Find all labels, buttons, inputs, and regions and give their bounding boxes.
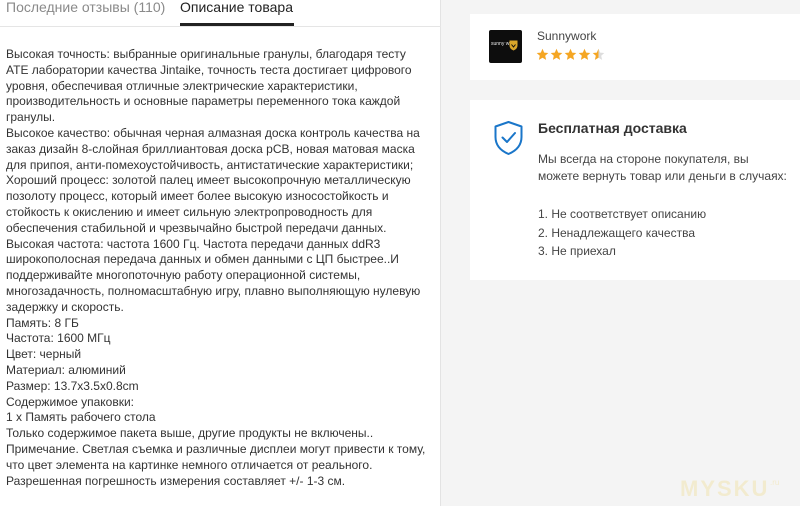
description-line: для припоя, анти-помехоустойчивость, ант… xyxy=(6,157,414,172)
description-line: Цвет: черный xyxy=(6,347,82,362)
description-line: Примечание. Светлая съемка и различные д… xyxy=(6,441,426,456)
active-tab-indicator xyxy=(180,23,294,26)
description-line: Только содержимое пакета выше, другие пр… xyxy=(6,426,374,441)
shield-check-icon xyxy=(494,121,523,155)
description-line: уровня, обеспечивая отличные электрическ… xyxy=(6,78,358,93)
description-line: Содержимое упаковки: xyxy=(6,394,134,409)
tab-reviews[interactable]: Последние отзывы (110) xyxy=(6,0,165,14)
description-line: Высокая точность: выбранные оригинальные… xyxy=(6,47,406,61)
watermark-domain: .ru xyxy=(770,478,780,487)
tab-description[interactable]: Описание товара xyxy=(180,0,293,14)
description-line: широкополосная передача данных и обмен д… xyxy=(6,252,399,267)
description-line: Материал: алюминий xyxy=(6,362,126,377)
description-text: Высокая точность: выбранные оригинальные… xyxy=(6,47,431,489)
description-line: 1 x Память рабочего стола xyxy=(6,410,156,425)
star-icon xyxy=(578,48,591,60)
description-line: обеспечения стабильной и чрезвычайно быс… xyxy=(6,220,387,235)
description-line: Частота: 1600 МГц xyxy=(6,331,111,346)
product-description-panel: Последние отзывы (110) Описание товара В… xyxy=(0,0,441,506)
watermark-logo: MYSKU xyxy=(680,476,770,501)
description-line: что цвет элемента на картинке немного от… xyxy=(6,457,373,472)
store-card[interactable]: sunny work Sunnywork xyxy=(470,14,800,80)
star-icon xyxy=(592,48,605,60)
description-line: заказ дизайн 8-слойная бриллиантовая дос… xyxy=(6,141,415,156)
description-line: задержку и скорость. xyxy=(6,299,124,314)
description-line: позолоту процесс, который имеет более вы… xyxy=(6,189,389,204)
return-conditions-list: 1. Не соответствует описанию 2. Ненадлежа… xyxy=(538,205,706,261)
description-line: поддерживайте многопоточную работу опера… xyxy=(6,268,361,283)
return-condition-item: 1. Не соответствует описанию xyxy=(538,207,707,221)
star-icon xyxy=(550,48,563,60)
delivery-title: Бесплатная доставка xyxy=(538,120,687,136)
store-logo[interactable]: sunny work xyxy=(489,30,522,63)
tab-bar: Последние отзывы (110) Описание товара xyxy=(0,0,441,27)
return-condition-item: 2. Ненадлежащего качества xyxy=(538,225,696,240)
description-line: Память: 8 ГБ xyxy=(6,315,79,330)
description-line: Разрешенная погрешность измерения состав… xyxy=(6,473,346,488)
description-line: производительность и основные параметры … xyxy=(6,94,401,109)
store-name[interactable]: Sunnywork xyxy=(537,29,596,43)
description-line: Высокое качество: обычная черная алмазна… xyxy=(6,125,420,140)
description-line: стойкость к окислению и имеет сильную эл… xyxy=(6,204,373,219)
delivery-guarantee-text: Мы всегда на стороне покупателя, вы може… xyxy=(538,152,787,183)
description-line: Хороший процесс: золотой палец имеет выс… xyxy=(6,173,411,188)
free-delivery-card: Бесплатная доставка Мы всегда на стороне… xyxy=(470,100,800,280)
description-line: многозадачность, полномасштабную игру, п… xyxy=(6,283,421,298)
star-icon xyxy=(564,48,577,60)
store-rating-stars xyxy=(536,48,606,62)
star-icon xyxy=(536,48,549,60)
description-line: ATE лаборатории качества Jintaike, точно… xyxy=(6,62,412,77)
description-line: Высокая частота: частота 1600 Гц. Частот… xyxy=(6,236,381,251)
logo-shield-icon xyxy=(509,40,518,51)
description-line: Размер: 13.7x3.5x0.8cm xyxy=(6,378,139,393)
return-condition-item: 3. Не приехал xyxy=(538,244,616,258)
description-line: гранулы. xyxy=(6,110,56,125)
